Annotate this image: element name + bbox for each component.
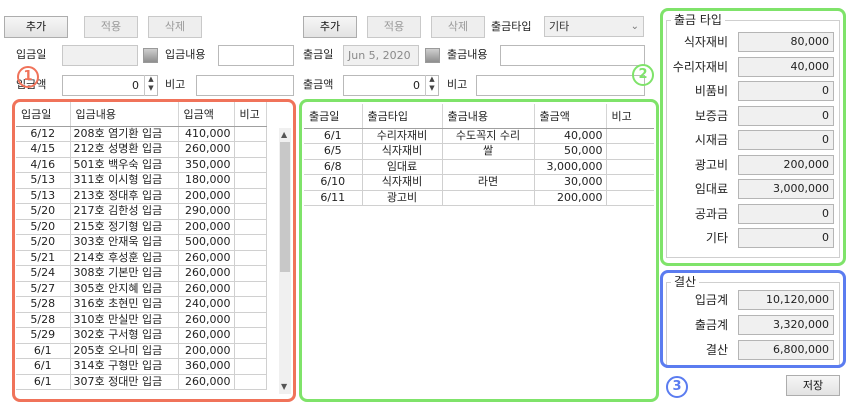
- save-button[interactable]: 저장: [786, 375, 840, 396]
- withdraw-delete-button[interactable]: 삭제: [431, 16, 485, 38]
- deposit-memo-input[interactable]: [196, 75, 294, 96]
- deposit-date-input[interactable]: [62, 45, 138, 66]
- spin-up-icon[interactable]: ▲: [426, 75, 438, 84]
- deposit-content-input[interactable]: [218, 45, 294, 66]
- badge-3: 3: [666, 376, 688, 398]
- deposit-content-label: 입금내용: [165, 48, 206, 61]
- spin-down-icon[interactable]: ▼: [145, 84, 157, 93]
- deposit-memo-label: 비고: [165, 78, 186, 91]
- badge-2: 2: [632, 64, 654, 86]
- chevron-down-icon[interactable]: ⌄: [631, 17, 639, 36]
- calendar-icon[interactable]: [143, 48, 158, 63]
- withdraw-content-label: 출금내용: [447, 48, 488, 61]
- deposit-table-highlight: [12, 99, 296, 402]
- withdraw-memo-label: 비고: [447, 78, 468, 91]
- withdraw-memo-input[interactable]: [476, 75, 645, 96]
- deposit-add-button[interactable]: 추가: [4, 16, 68, 38]
- deposit-delete-button[interactable]: 삭제: [148, 16, 202, 38]
- withdraw-amount-label: 출금액: [303, 78, 334, 91]
- withdraw-add-button[interactable]: 추가: [303, 16, 357, 38]
- withdraw-type-highlight: [660, 8, 846, 266]
- withdraw-content-input[interactable]: [500, 45, 645, 66]
- spin-up-icon[interactable]: ▲: [145, 75, 157, 84]
- badge-1: 1: [17, 66, 39, 88]
- spin-down-icon[interactable]: ▼: [426, 84, 438, 93]
- calendar-icon[interactable]: [425, 48, 440, 63]
- settlement-highlight: [660, 270, 846, 368]
- deposit-date-label: 입금일: [16, 48, 47, 61]
- amount-spinner[interactable]: ▲ ▼: [144, 75, 157, 96]
- withdraw-type-value: 기타: [549, 20, 570, 33]
- withdraw-date-input[interactable]: Jun 5, 2020: [343, 45, 419, 66]
- withdraw-type-label: 출금타입: [491, 20, 532, 33]
- amount-spinner[interactable]: ▲ ▼: [425, 75, 438, 96]
- deposit-apply-button[interactable]: 적용: [84, 16, 138, 38]
- withdraw-table-highlight: [299, 99, 659, 402]
- withdraw-type-select[interactable]: 기타 ⌄: [544, 16, 644, 37]
- withdraw-date-label: 출금일: [303, 48, 334, 61]
- withdraw-apply-button[interactable]: 적용: [367, 16, 421, 38]
